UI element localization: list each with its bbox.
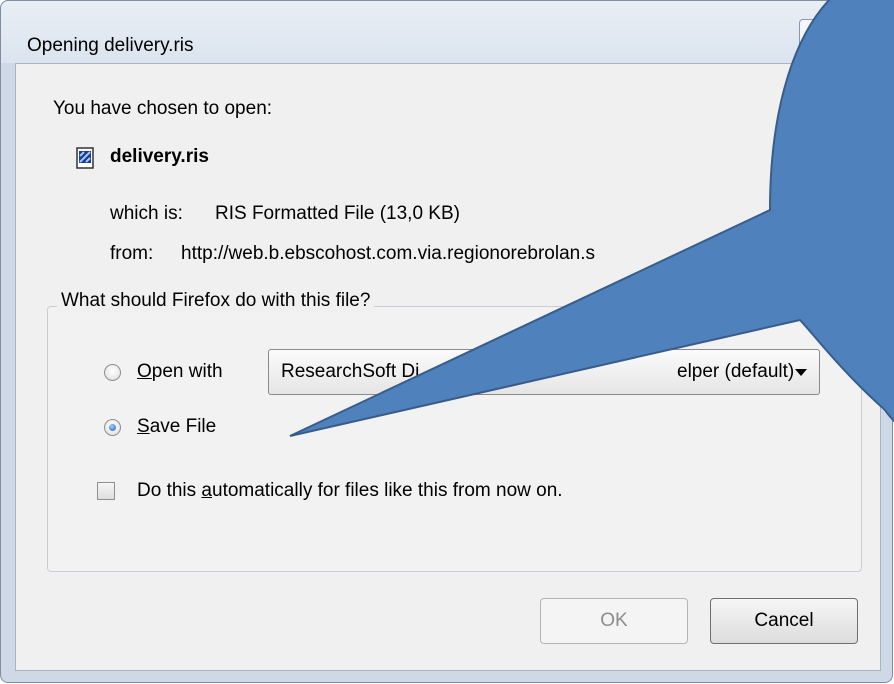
ok-button[interactable]: OK	[540, 598, 688, 644]
type-value: RIS Formatted File (13,0 KB)	[215, 203, 460, 224]
title-bar[interactable]: Opening delivery.ris	[1, 1, 894, 63]
close-button[interactable]	[799, 19, 881, 51]
filename: delivery.ris	[110, 146, 209, 167]
application-select[interactable]: ResearchSoft Di elper (default)	[268, 349, 820, 395]
intro-text: You have chosen to open:	[53, 98, 273, 119]
open-with-radio[interactable]	[104, 364, 121, 381]
from-label: from:	[110, 243, 154, 264]
cancel-button[interactable]: Cancel	[710, 598, 858, 644]
chevron-down-icon	[795, 369, 807, 376]
save-file-label[interactable]: Save File	[137, 416, 216, 438]
group-legend: What should Firefox do with this file?	[57, 290, 375, 312]
save-file-radio[interactable]	[104, 419, 121, 436]
application-select-value: ResearchSoft Di	[281, 361, 420, 382]
window-title: Opening delivery.ris	[27, 35, 194, 56]
radio-selected-dot	[109, 424, 116, 431]
open-with-label[interactable]: Open with	[137, 361, 223, 383]
auto-checkbox[interactable]	[97, 482, 115, 500]
action-groupbox	[47, 306, 862, 572]
auto-checkbox-label[interactable]: Do this automatically for files like thi…	[137, 480, 563, 502]
application-select-value-tail: elper (default)	[677, 361, 795, 382]
file-icon	[76, 147, 94, 169]
from-value: http://web.b.ebscohost.com.via.regionore…	[181, 243, 596, 264]
type-label: which is:	[110, 203, 183, 224]
